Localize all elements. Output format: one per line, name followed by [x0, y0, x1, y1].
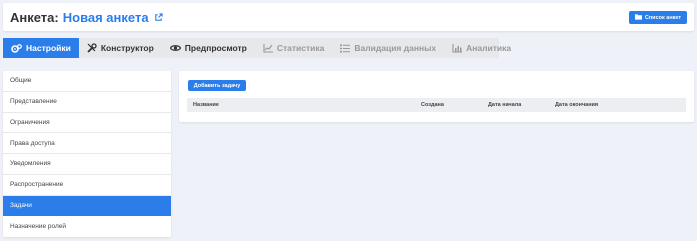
- eye-icon: [169, 44, 181, 52]
- title-prefix: Анкета:: [10, 10, 59, 25]
- column-header-name[interactable]: Название: [193, 102, 219, 108]
- tab-statistics-label: Статистика: [276, 43, 325, 53]
- sidebar-item-role-assignment[interactable]: Назначение ролей: [3, 216, 171, 237]
- sidebar-item-appearance[interactable]: Представление: [3, 92, 171, 113]
- page-header: Анкета: Новая анкета Список анкет: [3, 3, 694, 31]
- form-list-button-label: Список анкет: [644, 14, 682, 21]
- gears-icon: [11, 43, 22, 53]
- sidebar-item-access-rights[interactable]: Права доступа: [3, 133, 171, 154]
- column-header-created[interactable]: Создана: [421, 102, 444, 108]
- tasks-panel: Добавить задачу Название Создана Дата на…: [179, 71, 694, 122]
- tab-bar: Настройки Конструктор Предпросмотр Стати…: [3, 38, 511, 58]
- line-chart-icon: [263, 43, 273, 53]
- tab-validation-label: Валидация данных: [354, 43, 437, 53]
- tab-settings[interactable]: Настройки: [3, 38, 79, 58]
- tab-analytics[interactable]: Аналитика: [444, 38, 519, 58]
- sidebar-item-general[interactable]: Общие: [3, 71, 171, 92]
- list-icon: [340, 44, 351, 53]
- tools-icon: [87, 43, 97, 53]
- tab-constructor[interactable]: Конструктор: [79, 38, 162, 58]
- tab-preview-label: Предпросмотр: [184, 43, 247, 53]
- page-title: Анкета: Новая анкета: [10, 10, 163, 25]
- tab-analytics-label: Аналитика: [466, 43, 512, 53]
- form-list-button[interactable]: Список анкет: [629, 11, 687, 24]
- sidebar-item-notifications[interactable]: Уведомления: [3, 154, 171, 175]
- column-header-start-date[interactable]: Дата начала: [488, 102, 521, 108]
- sidebar-item-tasks[interactable]: Задачи: [3, 195, 171, 217]
- tasks-table-header: Название Создана Дата начала Дата оконча…: [187, 98, 686, 112]
- tab-statistics[interactable]: Статистика: [255, 38, 333, 58]
- add-task-button[interactable]: Добавить задачу: [188, 80, 246, 91]
- column-header-end-date[interactable]: Дата окончания: [555, 102, 598, 108]
- tab-validation[interactable]: Валидация данных: [332, 38, 444, 58]
- settings-sidebar: Общие Представление Ограничения Права до…: [3, 71, 171, 237]
- tab-preview[interactable]: Предпросмотр: [162, 38, 255, 58]
- sidebar-item-distribution[interactable]: Распространение: [3, 175, 171, 196]
- tab-constructor-label: Конструктор: [100, 43, 154, 53]
- folder-icon: [634, 13, 642, 22]
- bar-chart-icon: [452, 43, 463, 53]
- external-edit-icon[interactable]: [154, 13, 163, 22]
- sidebar-item-restrictions[interactable]: Ограничения: [3, 113, 171, 134]
- form-name: Новая анкета: [62, 10, 149, 25]
- tab-settings-label: Настройки: [26, 43, 71, 53]
